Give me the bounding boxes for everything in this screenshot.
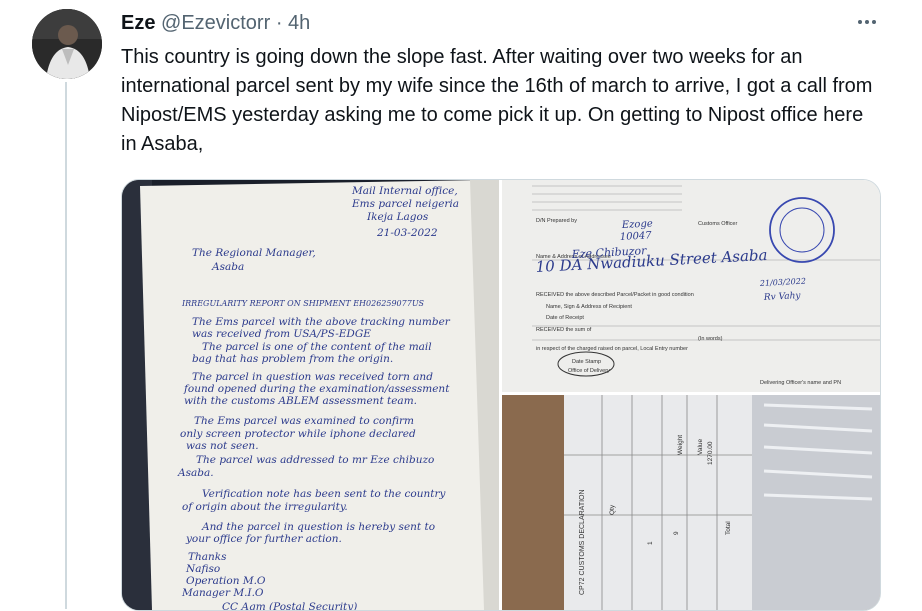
letter-line: Asaba. [177,467,214,479]
slip-handwriting: Ezoge [621,218,654,231]
separator-dot: · [275,12,283,34]
slip-label: Customs Officer [698,221,737,227]
letter-line: The Ems parcel with the above tracking n… [192,316,451,328]
slip-label: Date Stamp [572,359,601,365]
letter-line: The parcel is one of the content of the … [202,341,432,353]
customs-label: CP72 CUSTOMS DECLARATION [579,489,586,595]
letter-line: The Regional Manager, [192,247,316,259]
letter-line: Asaba [211,261,244,273]
slip-handwriting: 10047 [620,230,653,243]
delivery-slip-photo[interactable]: Customs Officer D/N Prepared by Name & Add… [502,180,880,392]
slip-label: RECEIVED the sum of [536,327,592,333]
letter-line: Mail Internal office, [351,185,458,197]
author-handle[interactable]: @Ezevictorr [161,12,270,34]
letter-line: only screen protector while iphone decla… [180,428,416,440]
customs-form-photo[interactable]: CP72 CUSTOMS DECLARATION Weight Value Qty To… [502,395,880,610]
customs-label: Weight [677,435,684,455]
customs-label: 1 [647,541,654,545]
slip-label: (In words) [698,336,723,342]
letter-line: Operation M.O [186,575,266,587]
customs-label: 9 [673,531,680,535]
letter-line: bag that has problem from the origin. [192,353,393,365]
letter-line: was not seen. [186,440,259,452]
letter-line: of origin about the irregularity. [182,501,348,513]
letter-line: your office for further action. [185,533,342,545]
letter-line: Verification note has been sent to the c… [202,488,447,500]
letter-line: Nafiso [185,563,220,575]
media-grid: Mail Internal office, Ems parcel neigeria… [121,179,881,611]
author-name[interactable]: Eze [121,12,155,34]
slip-label: Date of Receipt [546,315,584,321]
letter-line: Thanks [188,551,227,563]
letter-line: found opened during the examination/asse… [183,383,450,395]
letter-line: Manager M.I.O [181,587,264,599]
slip-label: Name, Sign & Address of Recipient [546,304,632,310]
customs-label: Total [725,521,732,535]
tweet-timestamp[interactable]: 4h [288,12,310,34]
letter-line: And the parcel in question is hereby sen… [201,521,435,533]
avatar[interactable] [32,9,102,79]
letter-photo[interactable]: Mail Internal office, Ems parcel neigeria… [122,180,499,610]
letter-line: was received from USA/PS-EDGE [192,328,371,340]
customs-label: 1270.00 [707,441,714,465]
more-options-icon[interactable] [852,12,882,32]
tweet-header: Eze @Ezevictorr · 4h [121,11,310,35]
slip-handwriting: Rv Vahy [763,291,802,303]
letter-line: Ikeja Lagos [366,211,429,223]
tweet-text: This country is going down the slope fas… [121,46,879,155]
letter-line: IRREGULARITY REPORT ON SHIPMENT EH026259… [181,299,425,308]
customs-label: Qty [609,504,616,515]
thread-line [65,82,67,609]
letter-line: with the customs ABLEM assessment team. [184,395,417,407]
letter-line: Ems parcel neigeria [351,198,459,210]
letter-line: 21-03-2022 [376,227,438,239]
customs-label: Value [697,438,704,455]
slip-label: Office of Delivery [568,368,610,374]
slip-label: RECEIVED the above described Parcel/Pack… [536,292,694,298]
slip-label: Delivering Officer's name and PN [760,380,841,386]
letter-line: The parcel was addressed to mr Eze chibu… [196,454,434,466]
slip-label: in respect of the charged raised on parc… [536,346,688,352]
slip-label: D/N Prepared by [536,218,577,224]
letter-line: The parcel in question was received torn… [192,371,433,383]
letter-line: The Ems parcel was examined to confirm [194,415,414,427]
